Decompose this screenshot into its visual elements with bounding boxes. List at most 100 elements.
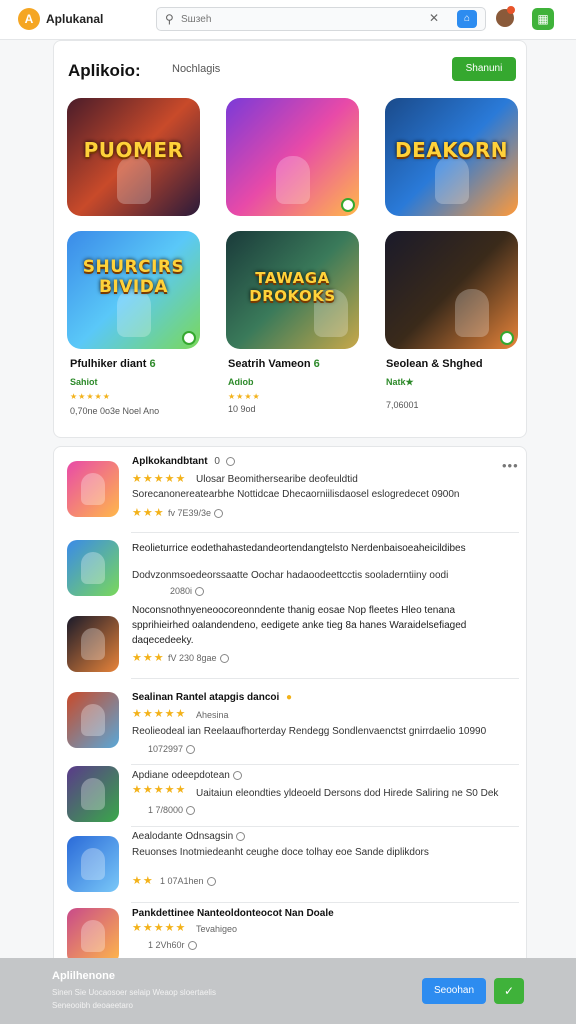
clock-icon <box>214 509 224 519</box>
app-icon-art <box>81 628 105 660</box>
list-item-title[interactable]: Aealodante Odnsagsin <box>132 831 246 842</box>
list-item-description: spprihieirhed oalandendeno, eedigete ank… <box>132 620 467 631</box>
list-item-title[interactable]: Apdiane odeepdotean <box>132 770 242 781</box>
app-icon[interactable] <box>67 616 119 672</box>
more-options-icon[interactable]: ••• <box>502 458 519 473</box>
verified-badge-icon <box>341 198 355 212</box>
app-rating: ★★★★ <box>228 392 261 401</box>
list-item-meta: 1 2Vh60r <box>148 940 197 951</box>
apps-icon[interactable]: ▦ <box>532 8 554 30</box>
clock-icon <box>195 587 205 597</box>
list-item-description: Reuonses Inotmiedeanht ceughe doce tolha… <box>132 847 429 858</box>
search-input[interactable] <box>181 11 411 27</box>
tile-art-text: DEAKORN <box>395 138 508 162</box>
info-icon <box>236 831 246 841</box>
app-icon[interactable] <box>67 540 119 596</box>
game-tile[interactable]: DEAKORN <box>385 98 518 216</box>
section-subtitle[interactable]: Nochlagis <box>172 63 220 75</box>
game-art <box>117 156 151 204</box>
app-icon-art <box>81 473 105 505</box>
list-item-meta: fv 7E39/3e <box>168 508 224 519</box>
app-category: Sahiot <box>70 377 98 387</box>
list-item-description: Dodvzonmsoedeorssaatte Oochar hadaoodeet… <box>132 570 449 581</box>
verified-badge-icon <box>182 331 196 345</box>
tile-art-text: PUOMER <box>83 138 184 162</box>
game-art <box>455 289 489 337</box>
banner-text: Seneooibh deoaeetaro <box>52 1001 133 1010</box>
title-text: Sealinan Rantel atapgis dancoi <box>132 692 280 703</box>
rating-note: Ulosar Beomithersearibe deofeuldtid <box>196 474 358 485</box>
featured-action-button[interactable]: Shanuni <box>452 57 516 81</box>
app-icon[interactable] <box>67 461 119 517</box>
list-item-title[interactable]: Pankdettinee Nanteoldonteocot Nan Doale <box>132 908 334 919</box>
app-name-text: Seolean & Shghed <box>386 358 483 370</box>
app-name[interactable]: Pfulhiker diant 6 <box>70 358 156 370</box>
app-icon[interactable] <box>67 692 119 748</box>
meta-stars: ★★ <box>132 875 154 887</box>
divider <box>131 532 519 533</box>
meta-text: 2080i <box>170 586 193 596</box>
verified-badge-icon <box>500 331 514 345</box>
rating-stars: ★★★★★ <box>132 708 187 720</box>
game-tile[interactable]: SHURCIRS BIVIDA <box>67 231 200 349</box>
list-item-meta: 2080i <box>170 586 205 597</box>
rating-note: Tevahigeo <box>196 924 238 934</box>
app-icon[interactable] <box>67 836 119 892</box>
meta-text: 1072997 <box>148 744 184 754</box>
notification-badge <box>507 6 515 14</box>
divider <box>131 902 519 903</box>
tile-art-text: TAWAGA DROKOKS <box>249 269 336 305</box>
title-text: Aplkokandbtant <box>132 456 208 467</box>
app-badge: 6 <box>313 358 320 370</box>
home-icon[interactable]: ⌂ <box>457 10 477 28</box>
clear-icon[interactable]: ✕ <box>429 11 439 25</box>
game-tile[interactable] <box>385 231 518 349</box>
check-icon[interactable]: ✓ <box>494 978 524 1004</box>
banner-action-button[interactable]: Seoohan <box>422 978 486 1004</box>
brand-name[interactable]: Aplukanal <box>46 12 103 26</box>
divider <box>131 764 519 765</box>
app-icon-art <box>81 552 105 584</box>
app-name-text: Pfulhiker diant <box>70 358 147 370</box>
clock-icon <box>187 941 197 951</box>
list-item-title[interactable]: Noconsnothnyeneoocoreonndente thanig eos… <box>132 605 455 616</box>
app-icon[interactable] <box>67 766 119 822</box>
tile-art-text: SHURCIRS BIVIDA <box>82 257 185 297</box>
game-tile[interactable]: PUOMER <box>67 98 200 216</box>
list-item-title[interactable]: Sealinan Rantel atapgis dancoi ● <box>132 692 292 703</box>
list-item-description: Sorecanonereatearbhe Nottidcae Dhecaorni… <box>132 489 460 500</box>
game-tile[interactable] <box>226 98 359 216</box>
list-item-description: Reolieodeal ian Reelaaufhorterday Rendeg… <box>132 726 487 737</box>
list-item-meta: fV 230 8gae <box>168 653 229 664</box>
list-item-description: daqecedeeky. <box>132 635 194 646</box>
list-item-title[interactable]: Aplkokandbtant 0 <box>132 456 235 467</box>
meta-text: 1 7/8000 <box>148 805 184 815</box>
app-icon[interactable] <box>67 908 119 964</box>
app-name[interactable]: Seatrih Vameon 6 <box>228 358 320 370</box>
app-icon-art <box>81 778 105 810</box>
app-name-text: Seatrih Vameon <box>228 358 311 370</box>
meta-text: fv 7E39/3e <box>168 508 212 518</box>
list-item-meta: 1 7/8000 <box>148 805 196 816</box>
title-text: Apdiane odeepdotean <box>132 770 230 781</box>
rating-stars: ★★★★★ <box>132 784 187 796</box>
game-tile[interactable]: TAWAGA DROKOKS <box>226 231 359 349</box>
rating-stars: ★★★★★ <box>132 922 187 934</box>
app-category: Adiob <box>228 377 254 387</box>
rating-note: Uaitaiun eleondties yldeoeld Dersons dod… <box>196 788 499 799</box>
list-item-title[interactable]: Reolieturrice eodethahastedandeortendang… <box>132 543 466 554</box>
banner-title: Aplilhenone <box>52 970 115 982</box>
meta-stars: ★★★ <box>132 652 165 664</box>
clock-icon <box>219 654 229 664</box>
meta-text: 1 07A1hen <box>160 876 204 886</box>
game-art <box>435 156 469 204</box>
app-name[interactable]: Seolean & Shghed <box>386 358 483 370</box>
app-rating: ★★★★★ <box>70 392 111 401</box>
app-logo-icon[interactable]: A <box>18 8 40 30</box>
search-bar[interactable]: ⚲ ✕ ⌂ <box>156 7 486 31</box>
title-text: Aealodante Odnsagsin <box>132 831 234 842</box>
app-icon-art <box>81 920 105 952</box>
list-item-meta: 1072997 <box>148 744 196 755</box>
info-icon <box>225 456 235 466</box>
app-meta: 10 9od <box>228 404 256 414</box>
